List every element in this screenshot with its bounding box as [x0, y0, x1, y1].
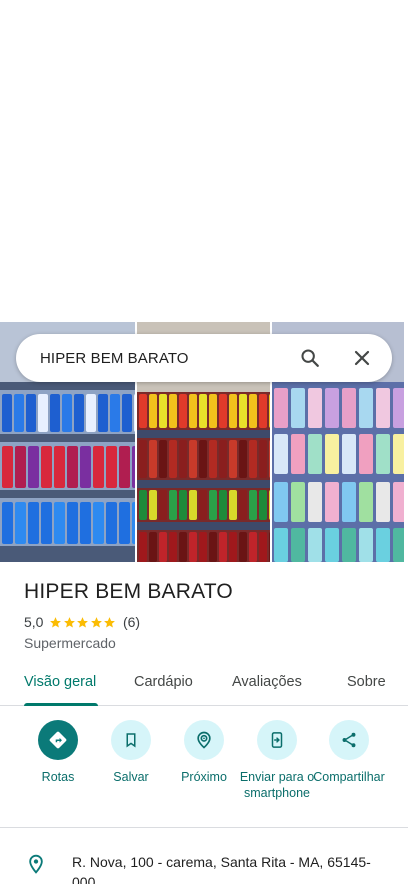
- search-query-text[interactable]: HIPER BEM BARATO: [40, 350, 290, 367]
- bookmark-icon[interactable]: [111, 720, 151, 760]
- share-icon[interactable]: [329, 720, 369, 760]
- search-icon[interactable]: [290, 338, 330, 378]
- location-pin-icon: [26, 853, 46, 880]
- save-button[interactable]: Salvar: [91, 720, 171, 785]
- address-text[interactable]: R. Nova, 100 - carema, Santa Rita - MA, …: [72, 852, 392, 884]
- directions-button[interactable]: Rotas: [18, 720, 98, 785]
- rating-row[interactable]: 5,0 (6): [24, 614, 140, 630]
- star-icon: [91, 616, 102, 627]
- search-bar[interactable]: HIPER BEM BARATO: [16, 334, 392, 382]
- send-to-phone-button[interactable]: Enviar para o smartphone: [237, 720, 317, 801]
- save-label: Salvar: [113, 770, 149, 784]
- nearby-button[interactable]: Próximo: [164, 720, 244, 785]
- rating-stars: [49, 616, 117, 629]
- active-tab-indicator: [24, 703, 98, 706]
- tab-menu[interactable]: Cardápio: [134, 674, 193, 690]
- send-to-phone-icon[interactable]: [257, 720, 297, 760]
- tab-bar: Visão geral Cardápio Avaliações Sobre: [0, 664, 408, 706]
- action-buttons: Rotas Salvar Próximo Enviar para o smart…: [0, 720, 408, 826]
- directions-label: Rotas: [41, 770, 75, 784]
- divider: [0, 827, 408, 828]
- tab-overview[interactable]: Visão geral: [24, 674, 96, 690]
- star-icon: [64, 616, 75, 627]
- send-to-phone-label: Enviar para o smartphone: [239, 770, 315, 800]
- star-icon: [77, 616, 89, 627]
- share-button[interactable]: Compartilhar: [309, 720, 389, 785]
- star-icon: [104, 616, 116, 627]
- close-icon[interactable]: [342, 338, 382, 378]
- share-label: Compartilhar: [313, 770, 385, 784]
- map-area[interactable]: [0, 0, 408, 322]
- place-title: HIPER BEM BARATO: [24, 580, 233, 603]
- tab-about[interactable]: Sobre: [347, 674, 386, 690]
- nearby-label: Próximo: [181, 770, 227, 784]
- tab-reviews[interactable]: Avaliações: [232, 674, 302, 690]
- star-icon: [50, 616, 62, 627]
- directions-icon[interactable]: [38, 720, 78, 760]
- place-category[interactable]: Supermercado: [24, 635, 116, 651]
- review-count[interactable]: (6): [123, 614, 140, 630]
- nearby-icon[interactable]: [184, 720, 224, 760]
- rating-value: 5,0: [24, 614, 44, 630]
